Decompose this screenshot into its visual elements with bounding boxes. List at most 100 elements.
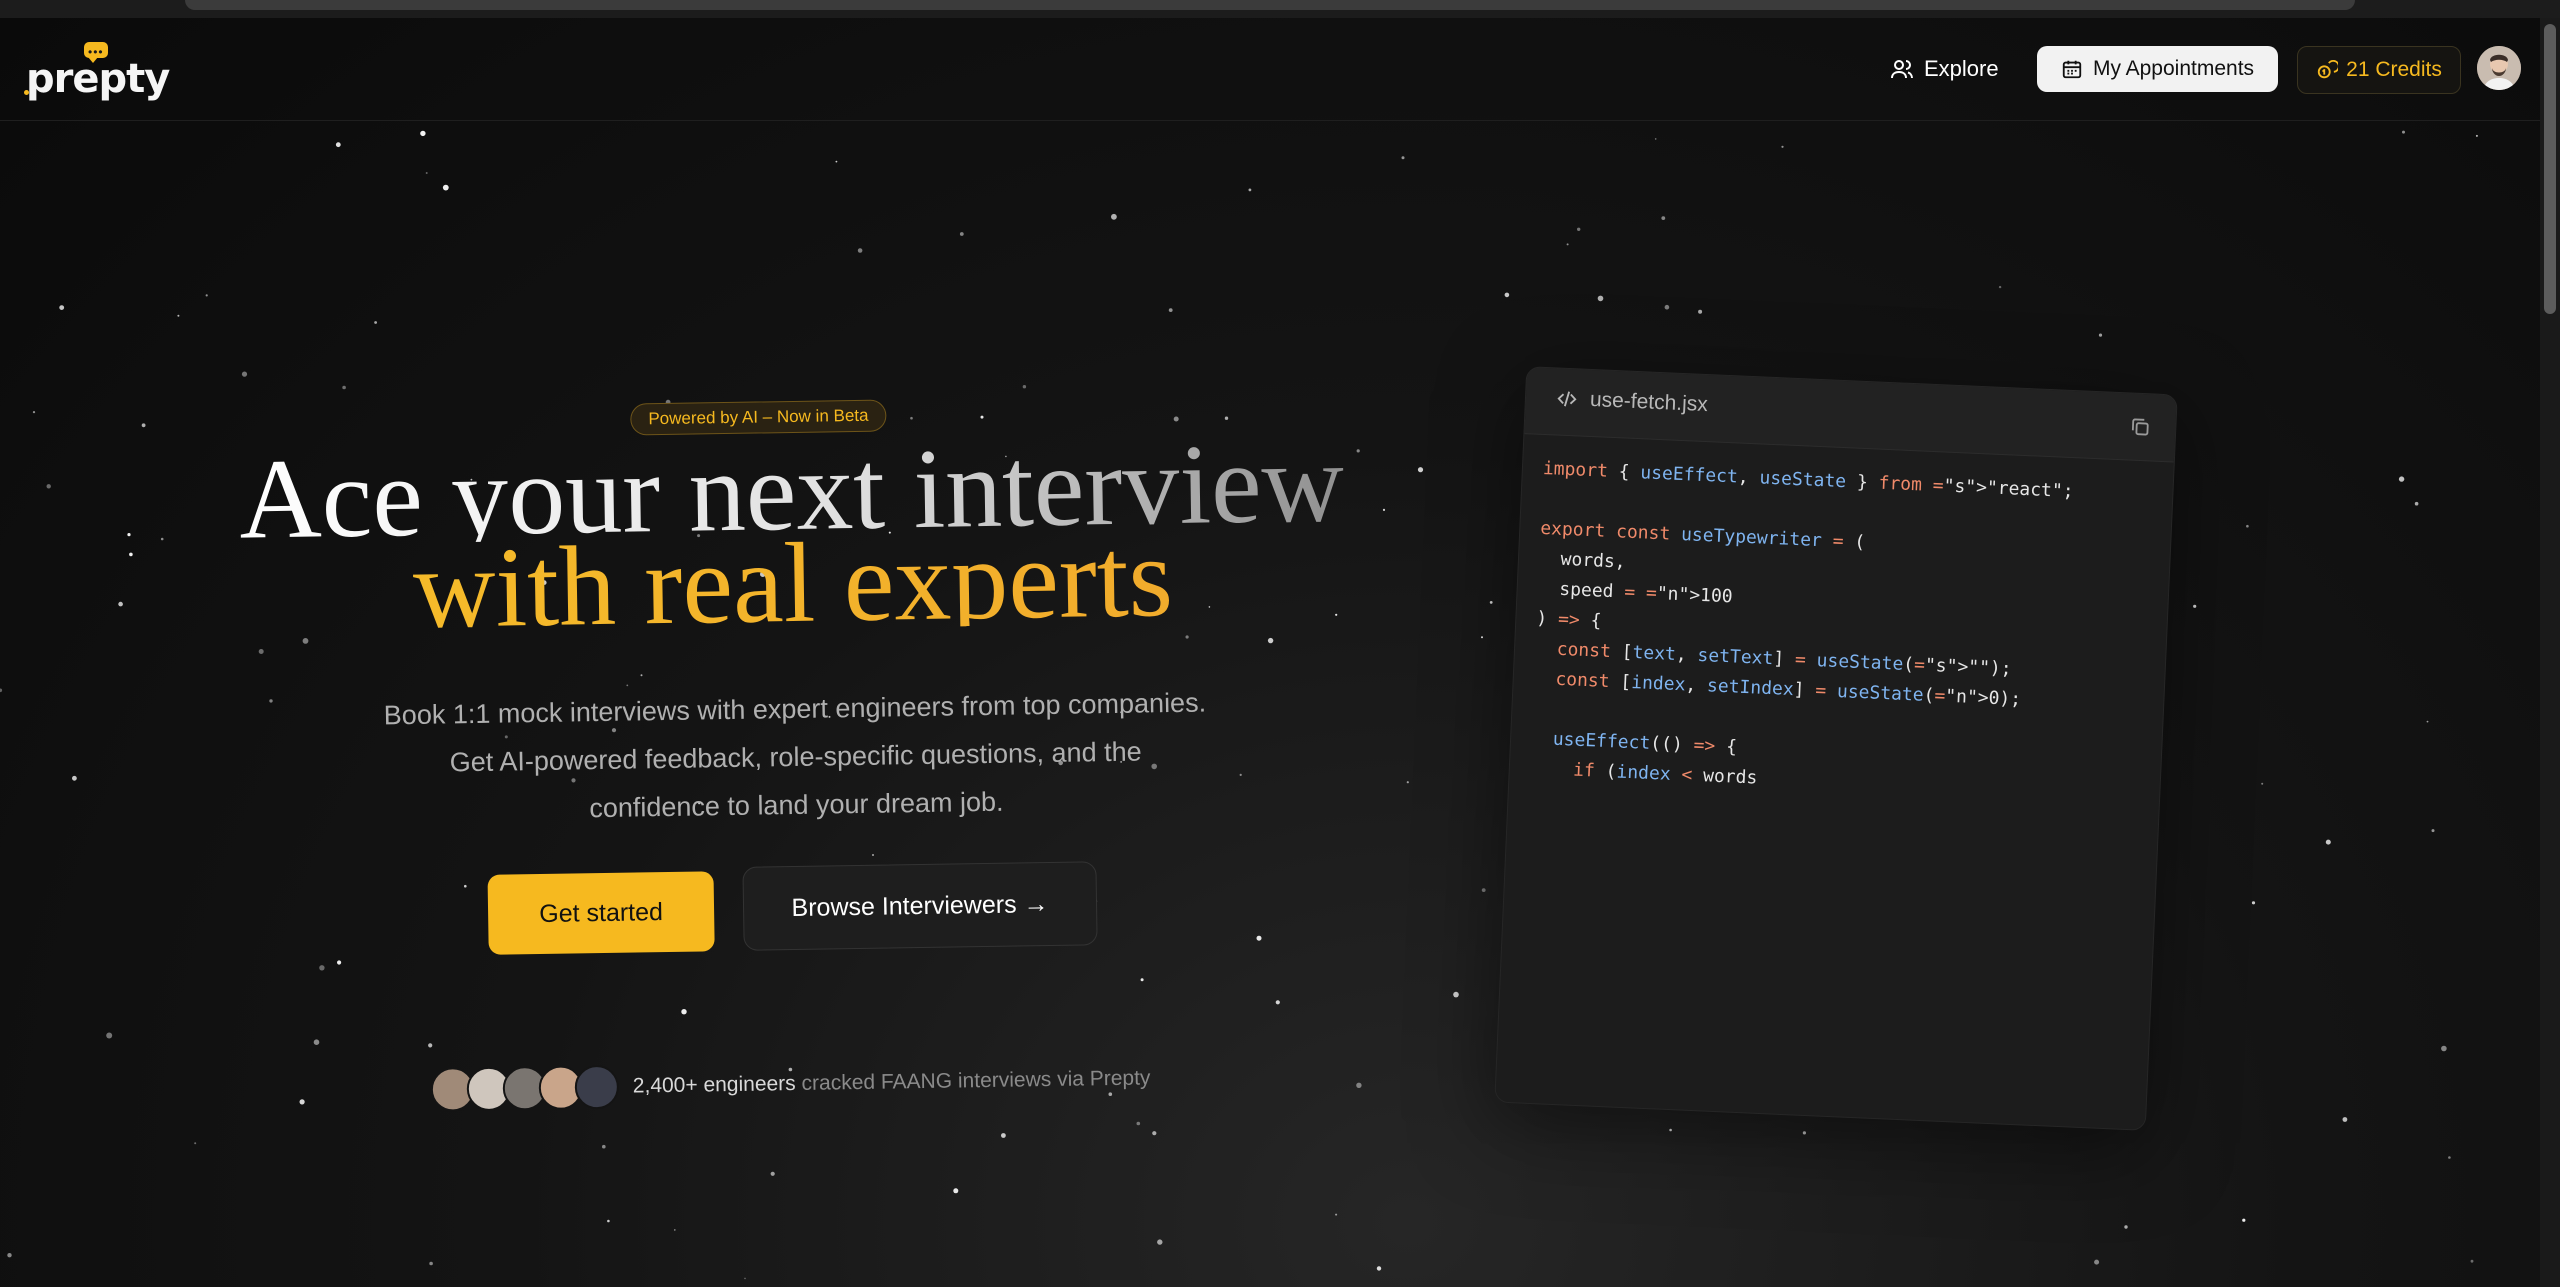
star: [106, 1032, 113, 1039]
star: [1335, 1213, 1338, 1216]
star: [464, 884, 467, 888]
star: [429, 1261, 433, 1266]
star: [1577, 227, 1581, 231]
star: [2098, 333, 2103, 337]
star: [910, 416, 913, 420]
star: [425, 172, 428, 174]
star: [1382, 508, 1386, 511]
star: [1168, 308, 1173, 312]
star: [258, 649, 264, 654]
star: [1111, 213, 1117, 220]
star: [194, 1142, 197, 1145]
star: [1566, 243, 1569, 246]
code-block: import { useEffect, useState } from ="s"…: [1529, 454, 2074, 807]
star: [1406, 781, 1409, 784]
star: [2426, 720, 2429, 723]
my-appointments-button[interactable]: My Appointments: [2037, 46, 2278, 92]
star: [1248, 188, 1252, 192]
star: [2094, 1259, 2100, 1265]
star: [1267, 637, 1274, 644]
code-preview-card: use-fetch.jsx import { useEffect, useSta…: [1494, 366, 2178, 1131]
star: [428, 1043, 433, 1048]
code-filename: use-fetch.jsx: [1555, 386, 1708, 417]
star: [1356, 449, 1360, 453]
star: [177, 314, 180, 317]
engineer-avatars: [430, 1064, 620, 1112]
star: [1136, 1121, 1141, 1126]
calendar-icon: [2062, 60, 2082, 79]
star: [1481, 636, 1483, 639]
star: [835, 160, 838, 163]
star: [1185, 635, 1189, 639]
star: [1698, 309, 1703, 314]
star: [118, 601, 123, 607]
star: [681, 1009, 687, 1015]
page-scrollbar[interactable]: [2540, 18, 2560, 1287]
star: [442, 184, 449, 191]
star: [7, 1253, 12, 1258]
star: [1669, 1128, 1672, 1132]
user-avatar[interactable]: [2477, 46, 2521, 90]
star: [59, 305, 65, 310]
star: [1453, 991, 1459, 998]
star: [2414, 501, 2419, 506]
star: [1481, 888, 1486, 892]
star: [602, 1144, 606, 1149]
star: [302, 638, 309, 644]
star: [953, 1188, 959, 1194]
scrollbar-thumb[interactable]: [2544, 24, 2556, 314]
star: [0, 688, 3, 693]
star: [420, 130, 426, 137]
star: [2261, 782, 2264, 785]
code-icon: [1557, 391, 1577, 407]
star: [1661, 216, 1666, 221]
my-appointments-label: My Appointments: [2092, 57, 2255, 80]
star: [2448, 1156, 2451, 1159]
star: [1022, 385, 1027, 389]
copy-icon[interactable]: [2129, 415, 2152, 443]
star: [141, 423, 146, 428]
star: [1664, 304, 1670, 310]
star: [1417, 467, 1424, 473]
top-navbar: ••• prepty Explore My Appointments 21 Cr…: [0, 18, 2540, 121]
star: [1275, 1000, 1280, 1005]
star: [1140, 978, 1144, 982]
avatar-image: [2477, 46, 2521, 90]
browse-interviewers-button[interactable]: Browse Interviewers →: [742, 861, 1098, 951]
star: [46, 484, 51, 489]
star: [205, 294, 208, 297]
credits-label: 21 Credits: [2346, 58, 2442, 81]
star: [1802, 1131, 1806, 1135]
star: [1356, 1082, 1362, 1089]
explore-link[interactable]: Explore: [1890, 46, 1999, 92]
star: [342, 385, 346, 390]
star: [2402, 130, 2405, 134]
logo-text: prepty: [26, 56, 170, 102]
hero-subtitle: Book 1:1 mock interviews with expert eng…: [383, 687, 1207, 824]
star: [1998, 285, 2002, 289]
star: [129, 552, 133, 557]
hero-title: Ace your next interview with real expert…: [231, 418, 1354, 652]
get-started-button[interactable]: Get started: [487, 871, 715, 955]
explore-label: Explore: [1924, 56, 1999, 81]
star: [607, 1219, 610, 1223]
star: [2398, 476, 2405, 482]
star: [1504, 292, 1510, 298]
star: [2242, 1218, 2246, 1222]
credits-button[interactable]: 21 Credits: [2297, 46, 2461, 94]
star: [72, 775, 77, 781]
star: [160, 537, 164, 541]
star: [127, 533, 131, 537]
star: [626, 684, 629, 687]
star: [1597, 295, 1604, 302]
star: [2475, 134, 2478, 137]
star: [337, 960, 342, 965]
star: [640, 674, 643, 677]
social-proof-text: 2,400+ engineers cracked FAANG interview…: [632, 1066, 1151, 1098]
star: [374, 321, 377, 324]
star: [1489, 601, 1493, 604]
star: [319, 965, 325, 971]
star: [299, 1099, 305, 1105]
star: [335, 142, 341, 148]
star: [1376, 1266, 1382, 1271]
